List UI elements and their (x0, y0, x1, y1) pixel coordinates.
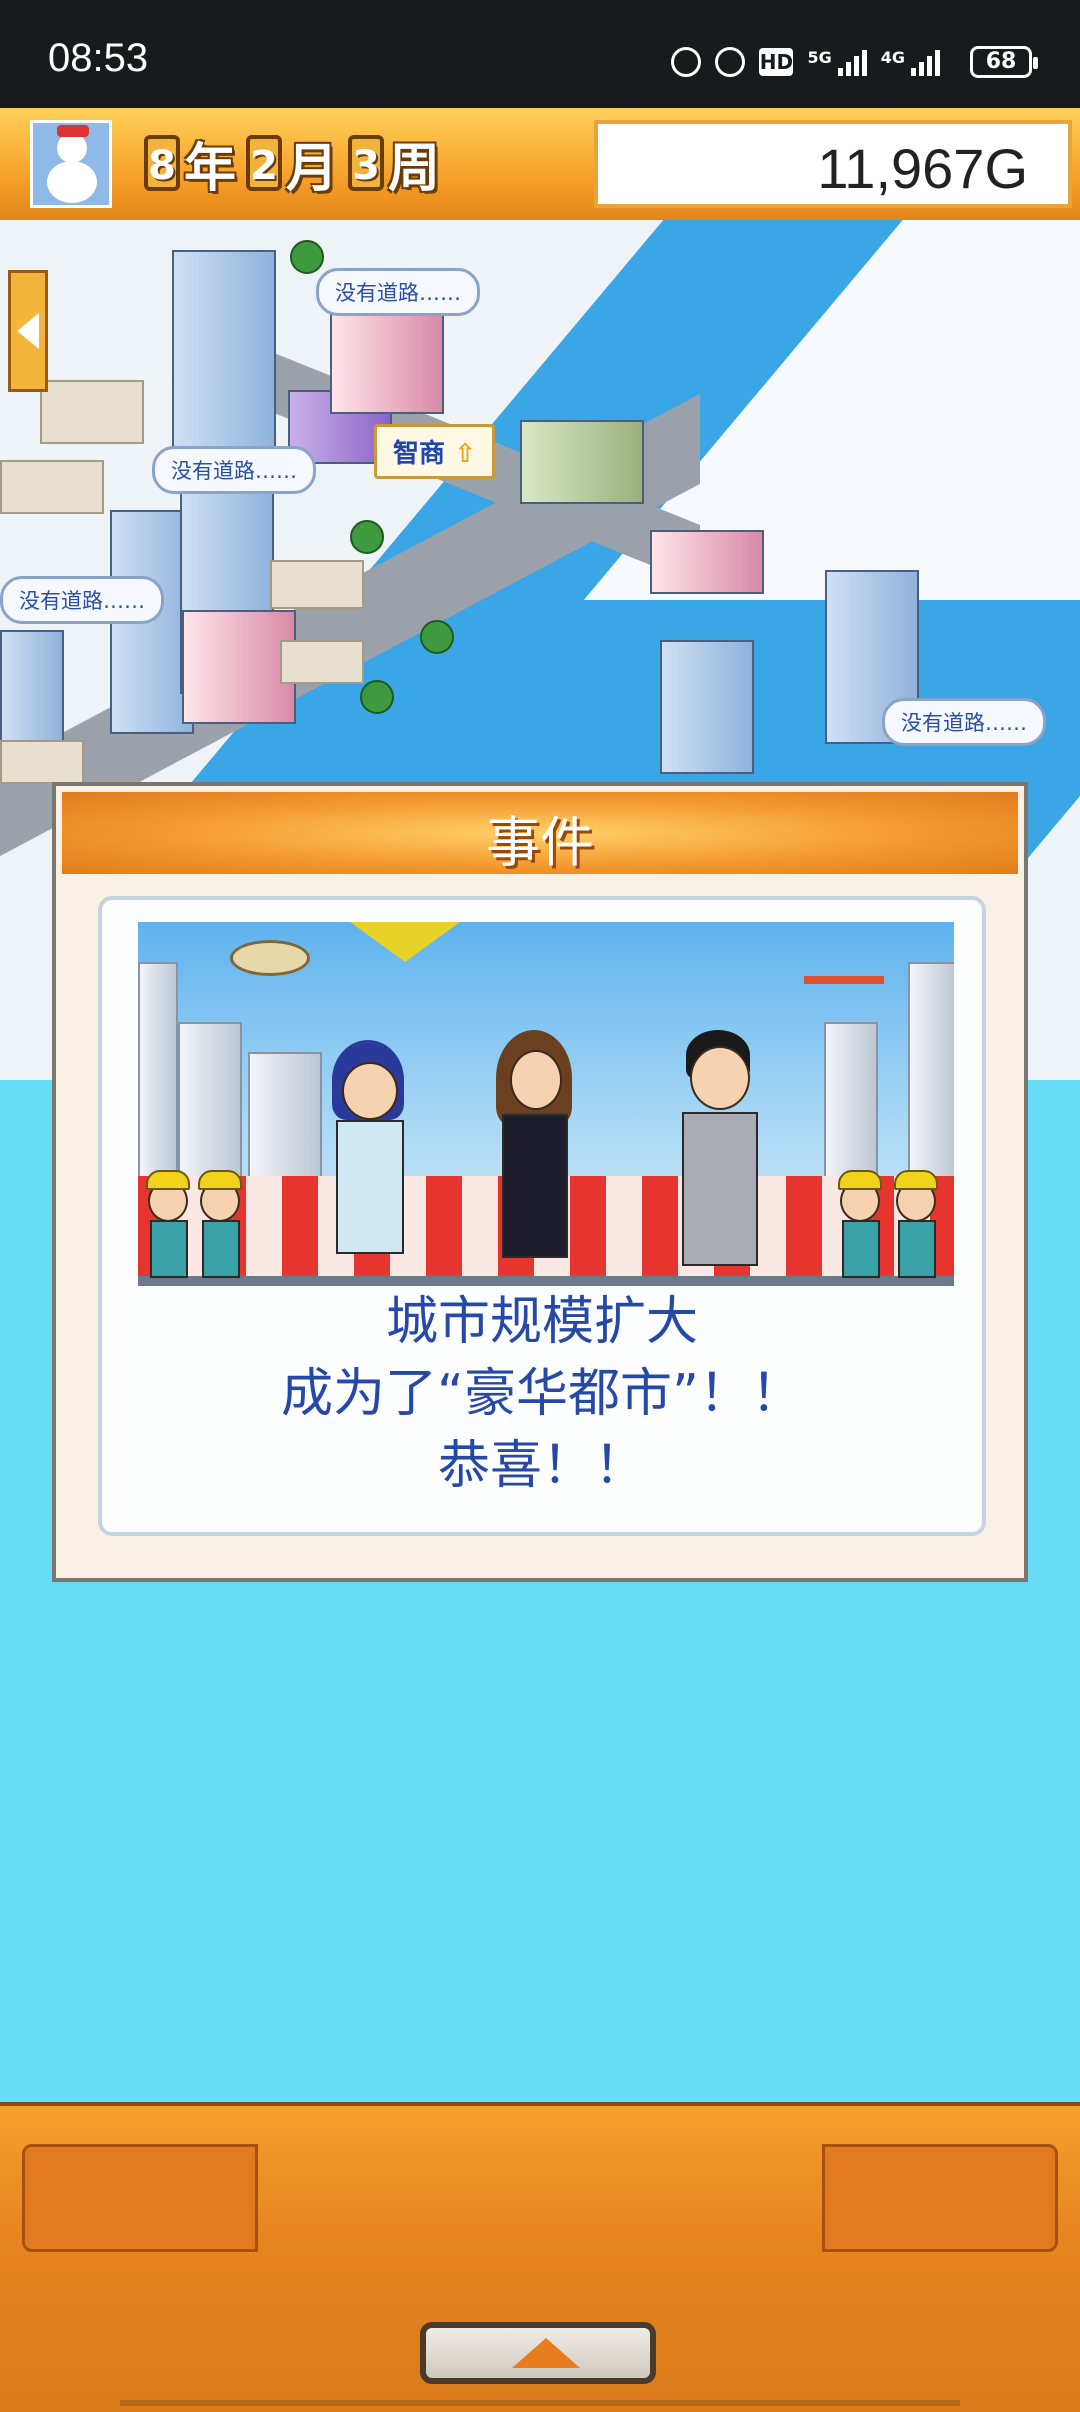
snowman-icon[interactable] (30, 120, 112, 208)
crane (804, 976, 884, 984)
bottom-right-button[interactable] (822, 2144, 1058, 2252)
tree (420, 620, 454, 654)
no-road-bubble: 没有道路…… (0, 576, 164, 624)
signal-5g-icon: 5G (807, 48, 867, 76)
restaurant-building[interactable] (650, 530, 764, 594)
blimp (230, 940, 310, 976)
tree (360, 680, 394, 714)
status-icons: HD 5G 4G (671, 42, 940, 82)
game-date: 8 年 2 月 3 周 (144, 128, 446, 199)
character-worker (142, 1170, 192, 1280)
battery-icon: 68 (970, 46, 1038, 78)
celebration-image (138, 922, 954, 1286)
building[interactable] (520, 420, 644, 504)
event-message: 城市规模扩大 成为了“豪华都市”！！ 恭喜！！ (102, 1286, 982, 1502)
character-woman-blue (308, 1040, 428, 1280)
arrow-up-icon: ⇧ (454, 439, 476, 469)
month-number: 2 (246, 135, 283, 191)
tree (350, 520, 384, 554)
house[interactable] (280, 640, 364, 684)
game-header: 8 年 2 月 3 周 11,967G (0, 108, 1080, 224)
year-unit: 年 (184, 138, 237, 199)
bottom-left-button[interactable] (22, 2144, 258, 2252)
week-unit: 周 (388, 138, 441, 199)
event-title-bar: 事件 (62, 792, 1018, 874)
expand-menu-button[interactable] (420, 2322, 656, 2384)
no-road-bubble: 没有道路…… (316, 268, 480, 316)
month-unit: 月 (286, 138, 339, 199)
no-road-bubble: 没有道路…… (882, 698, 1046, 746)
house[interactable] (40, 380, 144, 444)
iq-label: 智商 (393, 439, 446, 469)
event-line-1: 城市规模扩大 (385, 1292, 698, 1352)
no-road-bubble: 没有道路…… (152, 446, 316, 494)
bottom-panel (0, 2102, 1080, 2412)
hd-icon: HD (759, 48, 794, 76)
character-man-suit (658, 1030, 778, 1280)
house[interactable] (0, 740, 84, 784)
bottom-dock-bar (120, 2400, 960, 2406)
week-number: 3 (348, 135, 385, 191)
money-display: 11,967G (594, 120, 1072, 208)
character-worker (834, 1170, 884, 1280)
building[interactable] (660, 640, 754, 774)
event-dialog[interactable]: 事件 城市规模扩大 成为了“豪华都市”！！ 恭喜！！ (52, 782, 1028, 1582)
castle-building[interactable] (182, 610, 296, 724)
event-line-3: 恭喜！！ (437, 1436, 646, 1496)
house[interactable] (270, 560, 364, 609)
event-line-2: 成为了“豪华都市”！！ (281, 1364, 803, 1424)
house[interactable] (0, 460, 104, 514)
character-worker (194, 1170, 244, 1280)
character-worker (890, 1170, 940, 1280)
character-woman-brown (478, 1030, 588, 1280)
signal-4g-icon: 4G (881, 48, 940, 76)
status-time: 08:53 (48, 36, 149, 80)
ribbon-decoration (350, 922, 460, 962)
event-title: 事件 (486, 811, 594, 874)
event-content: 城市规模扩大 成为了“豪华都市”！！ 恭喜！！ (98, 896, 986, 1536)
iq-up-bubble: 智商 ⇧ (374, 424, 495, 479)
map-scroll-left-button[interactable] (8, 270, 48, 392)
tree (290, 240, 324, 274)
status-bar: 08:53 HD 5G 4G 68 (0, 0, 1080, 108)
year-number: 8 (144, 135, 180, 191)
headphones-icon (671, 47, 702, 77)
money-value: 11,967G (817, 137, 1028, 200)
alarm-icon (715, 47, 746, 77)
